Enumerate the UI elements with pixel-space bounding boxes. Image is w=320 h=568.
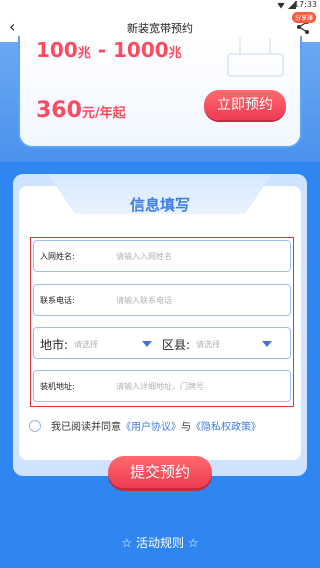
region-field: 地市: 请选择 区县: 请选择 — [33, 327, 291, 359]
address-input[interactable]: 请输入详细地址，门牌号 — [116, 381, 204, 392]
speed-max: 1000 — [113, 38, 169, 62]
speed-max-unit: 兆 — [168, 46, 182, 61]
book-now-button[interactable]: 立即预约 — [204, 90, 286, 120]
name-input[interactable]: 请输入入网姓名 — [116, 251, 172, 262]
agreement-checkbox[interactable] — [29, 419, 41, 432]
district-select[interactable]: 请选择 — [196, 339, 220, 350]
privacy-policy-link[interactable]: 《隐私权政策》 — [191, 418, 261, 433]
agreement-row: 我已阅读并同意 《用户协议》 与 《隐私权政策》 — [29, 418, 261, 433]
city-dropdown-icon[interactable] — [142, 341, 152, 347]
hero-card: 100兆 - 1000兆 360元/年起 立即预约 — [18, 36, 302, 148]
phone-field[interactable]: 联系电话: 请输入联系电话 — [33, 284, 291, 316]
district-label: 区县: — [162, 338, 191, 352]
speed-min-unit: 兆 — [77, 46, 91, 61]
page-title: 新装宽带预约 — [127, 22, 193, 35]
price: 360元/年起 — [36, 98, 126, 123]
phone-label: 联系电话: — [40, 296, 75, 305]
form-title: 信息填写 — [129, 196, 190, 214]
hero-banner: 100兆 - 1000兆 360元/年起 立即预约 — [0, 36, 320, 162]
address-field[interactable]: 装机地址: 请输入详细地址，门牌号 — [33, 370, 291, 402]
router-icon — [227, 38, 284, 77]
form-title-tab: 信息填写 — [48, 174, 272, 214]
activity-rules-heading[interactable]: ☆ 活动规则 ☆ — [0, 534, 320, 551]
name-label: 入网姓名: — [40, 252, 75, 261]
speed-range: 100兆 - 1000兆 — [36, 38, 182, 62]
agreement-prefix: 我已阅读并同意 — [51, 422, 121, 433]
price-value: 360 — [36, 98, 82, 123]
speed-min: 100 — [36, 38, 78, 62]
city-label: 地市: — [40, 338, 69, 352]
status-time: 17:33 — [293, 0, 317, 9]
price-unit: 元/年起 — [81, 106, 126, 121]
name-field[interactable]: 入网姓名: 请输入入网姓名 — [33, 240, 291, 272]
agreement-and: 与 — [181, 422, 191, 433]
status-bar: 17:33 — [0, 0, 320, 12]
district-dropdown-icon[interactable] — [262, 341, 272, 347]
address-label: 装机地址: — [40, 382, 75, 391]
user-agreement-link[interactable]: 《用户协议》 — [121, 418, 181, 433]
speed-separator: - — [90, 38, 113, 62]
phone-input[interactable]: 请输入联系电话 — [116, 295, 172, 306]
submit-button[interactable]: 提交预约 — [108, 456, 212, 488]
share-badge: 分享赚 — [291, 12, 316, 23]
wifi-icon — [277, 2, 285, 9]
city-select[interactable]: 请选择 — [74, 339, 98, 350]
